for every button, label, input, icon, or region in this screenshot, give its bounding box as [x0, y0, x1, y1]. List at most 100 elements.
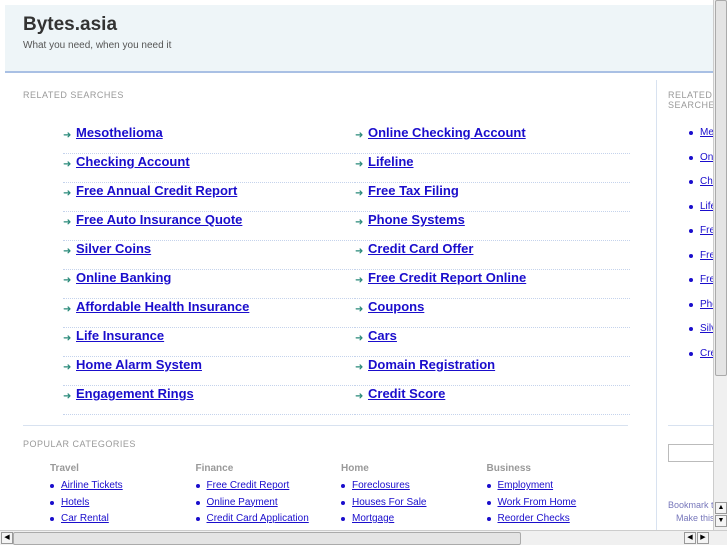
related-search-link[interactable]: Engagement Rings	[76, 386, 194, 401]
bullet-icon	[689, 204, 693, 209]
bullet-icon	[341, 500, 345, 505]
category-link[interactable]: Work From Home	[498, 497, 577, 508]
category-link[interactable]: Reorder Checks	[498, 513, 570, 524]
related-search-item[interactable]: ➜ Free Credit Report Online	[355, 270, 630, 299]
sidebar-search-input[interactable]	[668, 444, 713, 462]
vertical-scroll-thumb[interactable]	[715, 0, 727, 376]
homepage-link[interactable]: Make this your Homepage	[676, 513, 713, 523]
sidebar-link[interactable]: Phone Systems	[700, 299, 713, 310]
related-search-item[interactable]: ➜ Life Insurance	[63, 328, 355, 357]
related-search-item[interactable]: ➜ Engagement Rings	[63, 386, 355, 415]
horizontal-scrollbar[interactable]: ◀ ◀ ▶	[0, 530, 727, 545]
sidebar-link[interactable]: Lifeline	[700, 201, 713, 212]
related-search-link[interactable]: Silver Coins	[76, 241, 151, 256]
bullet-icon	[341, 484, 345, 488]
category-link[interactable]: Houses For Sale	[352, 497, 426, 508]
bullet-icon	[689, 229, 693, 233]
related-search-item[interactable]: ➜ Online Banking	[63, 270, 355, 299]
vertical-scrollbar[interactable]: ▲ ▼	[713, 0, 727, 530]
bullet-icon	[689, 253, 693, 258]
category-link[interactable]: Foreclosures	[352, 480, 410, 491]
related-search-item[interactable]: ➜ Credit Card Offer	[355, 241, 630, 270]
related-search-link[interactable]: Life Insurance	[76, 328, 164, 343]
arrow-icon: ➜	[355, 304, 364, 315]
related-search-item[interactable]: ➜ Mesothelioma	[63, 125, 355, 154]
category-link[interactable]: Car Rental	[61, 513, 109, 524]
category-link[interactable]: Online Payment	[207, 497, 278, 508]
related-search-item[interactable]: ➜ Free Annual Credit Report	[63, 183, 355, 212]
page-viewport: Bytes.asia What you need, when you need …	[0, 0, 713, 530]
related-search-link[interactable]: Domain Registration	[368, 357, 495, 372]
related-search-item[interactable]: ➜ Cars	[355, 328, 630, 357]
scroll-right-button[interactable]: ▶	[697, 532, 709, 544]
related-search-link[interactable]: Credit Card Offer	[368, 241, 473, 256]
related-search-item[interactable]: ➜ Online Checking Account	[355, 125, 630, 154]
scroll-left-button[interactable]: ◀	[1, 532, 13, 544]
related-search-item[interactable]: ➜ Domain Registration	[355, 357, 630, 386]
related-search-item[interactable]: ➜ Lifeline	[355, 154, 630, 183]
arrow-icon: ➜	[63, 333, 72, 344]
bullet-icon	[195, 500, 200, 505]
related-search-item[interactable]: ➜ Credit Score	[355, 386, 630, 415]
related-search-item[interactable]: ➜ Coupons	[355, 299, 630, 328]
horizontal-scroll-thumb[interactable]	[13, 532, 521, 545]
bullet-icon	[689, 327, 693, 331]
related-search-item[interactable]: ➜ Home Alarm System	[63, 357, 355, 386]
bullet-icon	[689, 351, 693, 356]
related-search-item[interactable]: ➜ Silver Coins	[63, 241, 355, 270]
bookmark-link[interactable]: Bookmark this page	[668, 500, 713, 510]
related-search-item[interactable]: ➜ Checking Account	[63, 154, 355, 183]
related-search-link[interactable]: Cars	[368, 328, 397, 343]
category-link[interactable]: Free Credit Report	[207, 480, 290, 491]
related-search-link[interactable]: Free Credit Report Online	[368, 270, 526, 285]
related-search-item[interactable]: ➜ Phone Systems	[355, 212, 630, 241]
bullet-icon	[50, 484, 54, 488]
bullet-icon	[50, 500, 54, 505]
related-search-item[interactable]: ➜ Free Tax Filing	[355, 183, 630, 212]
sidebar-link[interactable]: Free Annual Credit Report	[700, 225, 713, 236]
category-link[interactable]: Hotels	[61, 497, 89, 508]
arrow-icon: ➜	[355, 159, 364, 170]
related-search-link[interactable]: Free Auto Insurance Quote	[76, 212, 242, 227]
popular-categories-heading: POPULAR CATEGORIES	[23, 439, 136, 449]
scroll-left-button-2[interactable]: ◀	[684, 532, 696, 544]
arrow-icon: ➜	[63, 391, 72, 402]
related-search-item[interactable]: ➜ Free Auto Insurance Quote	[63, 212, 355, 241]
category-link[interactable]: Credit Card Application	[207, 513, 309, 524]
related-search-link[interactable]: Free Tax Filing	[368, 183, 459, 198]
sidebar-link[interactable]: Online Checking Account	[700, 152, 713, 163]
related-search-link[interactable]: Lifeline	[368, 154, 414, 169]
related-search-link[interactable]: Phone Systems	[368, 212, 465, 227]
arrow-icon: ➜	[63, 130, 72, 141]
related-search-link[interactable]: Coupons	[368, 299, 424, 314]
scroll-up-button[interactable]: ▲	[715, 502, 727, 514]
related-search-item[interactable]: ➜ Affordable Health Insurance	[63, 299, 355, 328]
category-link[interactable]: Employment	[498, 480, 554, 491]
sidebar-divider	[668, 425, 713, 426]
related-search-link[interactable]: Online Checking Account	[368, 125, 526, 140]
sidebar-link[interactable]: Silver Coins	[700, 323, 713, 334]
sidebar-link[interactable]: Credit Card Offer	[700, 348, 713, 359]
sidebar-link[interactable]: Mesothelioma	[700, 127, 713, 138]
arrow-icon: ➜	[63, 246, 72, 257]
category-title: Home	[341, 463, 369, 474]
arrow-icon: ➜	[355, 246, 364, 257]
scroll-down-button[interactable]: ▼	[715, 515, 727, 527]
arrow-icon: ➜	[355, 217, 364, 228]
related-search-link[interactable]: Home Alarm System	[76, 357, 202, 372]
bullet-icon	[689, 278, 693, 282]
related-search-link[interactable]: Affordable Health Insurance	[76, 299, 249, 314]
related-search-link[interactable]: Free Annual Credit Report	[76, 183, 237, 198]
site-title[interactable]: Bytes.asia	[23, 14, 117, 36]
sidebar-link[interactable]: Free Auto Insurance Quote	[700, 274, 713, 285]
sidebar-link[interactable]: Checking Account	[700, 176, 713, 187]
category-link[interactable]: Airline Tickets	[61, 480, 123, 491]
sidebar-link[interactable]: Free Tax Filing	[700, 250, 713, 261]
related-search-link[interactable]: Checking Account	[76, 154, 190, 169]
related-search-link[interactable]: Online Banking	[76, 270, 171, 285]
category-link[interactable]: Mortgage	[352, 513, 394, 524]
bullet-icon	[689, 131, 693, 135]
related-search-link[interactable]: Credit Score	[368, 386, 445, 401]
related-search-link[interactable]: Mesothelioma	[76, 125, 163, 140]
column-divider	[656, 80, 657, 530]
